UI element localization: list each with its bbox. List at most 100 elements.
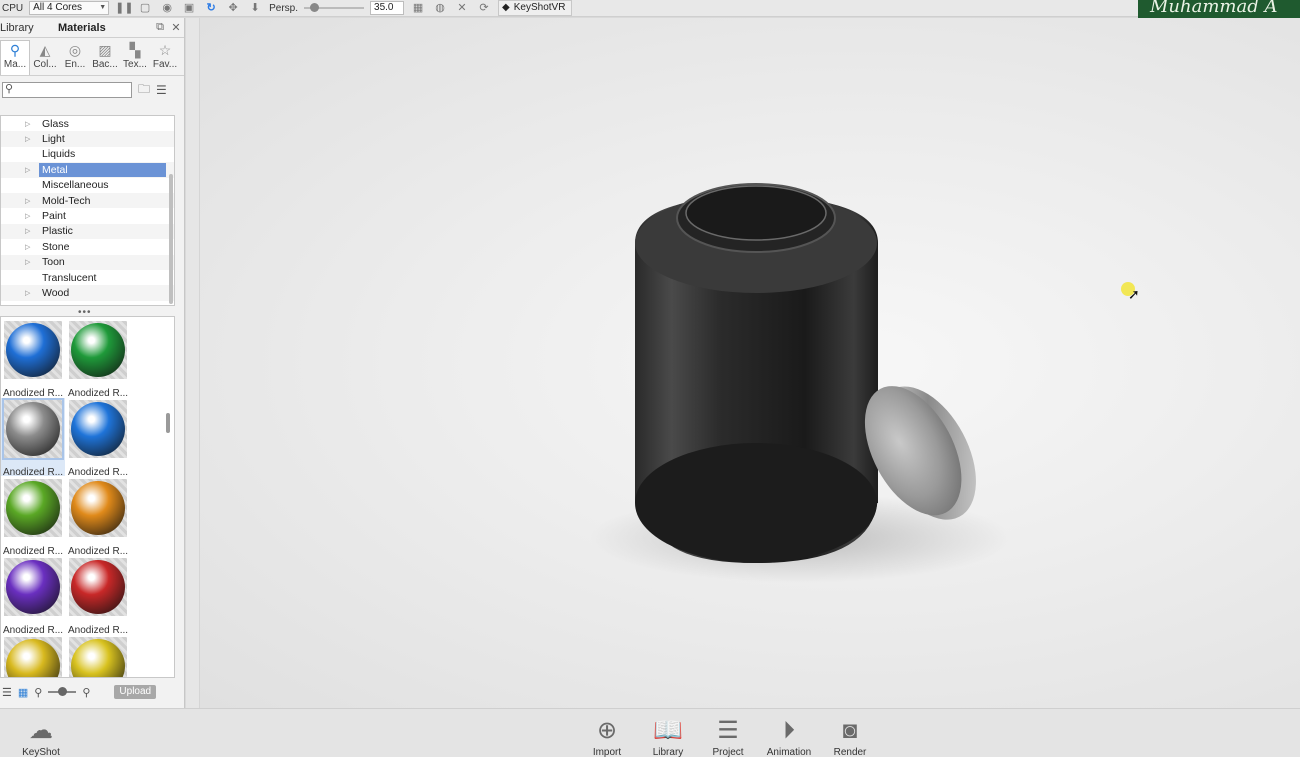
material-ball [71, 481, 125, 535]
tab-colors[interactable]: ◭ Col... [30, 40, 60, 75]
tree-scrollbar[interactable] [169, 174, 173, 304]
material-preview [69, 637, 127, 677]
tree-item-toon[interactable]: ▷ Toon [1, 254, 174, 270]
tree-item-plastic[interactable]: ▷ Plastic [1, 223, 174, 240]
tree-item-stone[interactable]: ▷ Stone [1, 239, 174, 254]
expand-arrow-icon[interactable]: ▷ [25, 289, 35, 297]
tree-item-mold-tech[interactable]: ▷ Mold-Tech [1, 192, 174, 209]
tree-item-label: Wood [42, 286, 70, 299]
library-panel: Library Materials ⧉ ✕ ⚲ Ma... ◭ Col... ◎ En… [0, 18, 185, 708]
keyshot-cloud-button[interactable]: ☁ KeyShot Cloud [10, 715, 72, 757]
search-input[interactable]: ⚲ [2, 82, 132, 98]
expand-arrow-icon[interactable]: ▷ [25, 243, 35, 251]
material-preview [69, 400, 127, 458]
fov-input[interactable]: 35.0 [370, 1, 405, 15]
fov-slider[interactable] [304, 3, 365, 12]
panel-header: Library Materials ⧉ ✕ [0, 18, 184, 38]
globe-icon[interactable]: ◍ [432, 1, 448, 15]
material-preview [69, 321, 127, 379]
undock-icon[interactable]: ⧉ [152, 21, 168, 34]
expand-arrow-icon[interactable]: ▷ [25, 212, 35, 220]
cores-dropdown[interactable]: All 4 Cores [29, 1, 110, 15]
reset-view-icon[interactable]: ↻ [203, 1, 219, 15]
tree-item-metal[interactable]: ▷ Metal [1, 162, 174, 178]
import-button[interactable]: ⊕ Import [577, 715, 637, 757]
tree-item-light[interactable]: ▷ Light [1, 131, 174, 147]
tab-favorites[interactable]: ☆ Fav... [150, 40, 180, 75]
expand-arrow-icon[interactable]: ▷ [25, 135, 35, 143]
grid-icon[interactable]: ▦ [410, 1, 426, 15]
drop-icon[interactable]: ⬇ [247, 1, 263, 15]
materials-icon: ⚲ [9, 42, 21, 58]
keyshotvr-button[interactable]: ◆ KeyShotVR [498, 0, 573, 16]
material-thumb[interactable]: Anodized R... [66, 477, 130, 557]
material-thumb[interactable]: Anodized R... [66, 319, 130, 399]
tree-item-liquids[interactable]: Liquids [1, 147, 174, 162]
expand-arrow-icon[interactable]: ▷ [25, 120, 35, 128]
render-viewport[interactable]: ➚ [200, 18, 1300, 708]
library-button[interactable]: 📖 Library [638, 715, 698, 757]
expand-arrow-icon[interactable]: ▷ [25, 166, 35, 174]
material-thumb[interactable]: Anodized R... [1, 556, 65, 636]
material-thumb[interactable]: Anodized R... [66, 398, 130, 478]
screenshot-icon[interactable]: ▢ [137, 1, 153, 15]
category-tabs: ⚲ Ma... ◭ Col... ◎ En... ▨ Bac... ▚ Tex... ☆ F… [0, 38, 184, 76]
refresh-icon[interactable]: ⟳ [476, 1, 492, 15]
fit-view-icon[interactable]: ✥ [225, 1, 241, 15]
bottom-label: Animation [766, 747, 812, 757]
tree-item-translucent[interactable]: Translucent [1, 270, 174, 285]
material-thumb[interactable]: Anodized R... [1, 319, 65, 399]
tab-environments[interactable]: ◎ En... [60, 40, 90, 75]
project-button[interactable]: ☰ Project [698, 715, 758, 757]
expand-arrow-icon[interactable]: ▷ [25, 197, 35, 205]
material-preview [69, 558, 127, 616]
expand-arrow-icon[interactable]: ▷ [25, 258, 35, 266]
camera-icon[interactable]: ◉ [159, 1, 175, 15]
material-preview [4, 558, 62, 616]
expand-arrow-icon[interactable]: ▷ [25, 227, 35, 235]
tab-backplates[interactable]: ▨ Bac... [90, 40, 120, 75]
list-view-icon[interactable]: ☰ [2, 686, 12, 699]
tab-textures[interactable]: ▚ Tex... [120, 40, 150, 75]
folder-add-icon[interactable]: 🗀 [138, 80, 150, 101]
cpu-label: CPU [2, 2, 24, 14]
grid-scrollbar[interactable] [166, 413, 170, 433]
tree-item-label: Toon [42, 256, 65, 269]
render-icon: ◙ [842, 717, 858, 744]
zoom-in-icon[interactable]: ⚲ [82, 686, 90, 699]
tree-item-glass[interactable]: ▷ Glass [1, 116, 174, 131]
material-thumb[interactable]: Anodized R... [66, 556, 130, 636]
bottom-toolbar: ☁ KeyShot Cloud ⊕ Import 📖 Library ☰ Project… [0, 708, 1300, 757]
grid-view-icon[interactable]: ▦ [18, 686, 28, 699]
pause-icon[interactable]: ❚❚ [115, 1, 133, 15]
material-thumb[interactable]: Anodized R... [1, 477, 65, 557]
tree-item-label: Paint [42, 210, 66, 223]
upload-button[interactable]: Upload [114, 685, 157, 699]
folder-options-icon[interactable]: ☰ [156, 83, 167, 97]
material-thumb[interactable] [1, 635, 65, 677]
fov-slider-knob[interactable] [310, 3, 320, 12]
backplates-icon: ▨ [98, 42, 112, 58]
library-tab-label[interactable]: Library [0, 22, 58, 34]
keyshotvr-label: KeyShotVR [513, 2, 566, 13]
tree-item-wood[interactable]: ▷ Wood [1, 285, 174, 301]
thumbnail-size-slider[interactable] [48, 687, 77, 696]
project-icon: ☰ [717, 717, 739, 744]
animation-button[interactable]: ⏵ Animation [759, 715, 819, 757]
tree-item-miscellaneous[interactable]: Miscellaneous [1, 178, 174, 193]
material-thumb-selected[interactable]: Anodized R... [1, 398, 65, 478]
tab-label: Ma... [3, 59, 27, 70]
tree-item-paint[interactable]: ▷ Paint [1, 208, 174, 223]
tab-materials[interactable]: ⚲ Ma... [0, 40, 30, 75]
material-thumb[interactable] [66, 635, 130, 677]
tools-icon[interactable]: ✕ [454, 1, 470, 15]
lock-icon[interactable]: ▣ [181, 1, 197, 15]
render-button[interactable]: ◙ Render [820, 715, 880, 757]
close-icon[interactable]: ✕ [168, 21, 184, 34]
zoom-out-icon[interactable]: ⚲ [34, 686, 42, 699]
material-ball [71, 402, 125, 456]
tree-item-label: Stone [42, 240, 70, 253]
material-ball [6, 402, 60, 456]
material-ball [6, 481, 60, 535]
material-ball [6, 560, 60, 614]
